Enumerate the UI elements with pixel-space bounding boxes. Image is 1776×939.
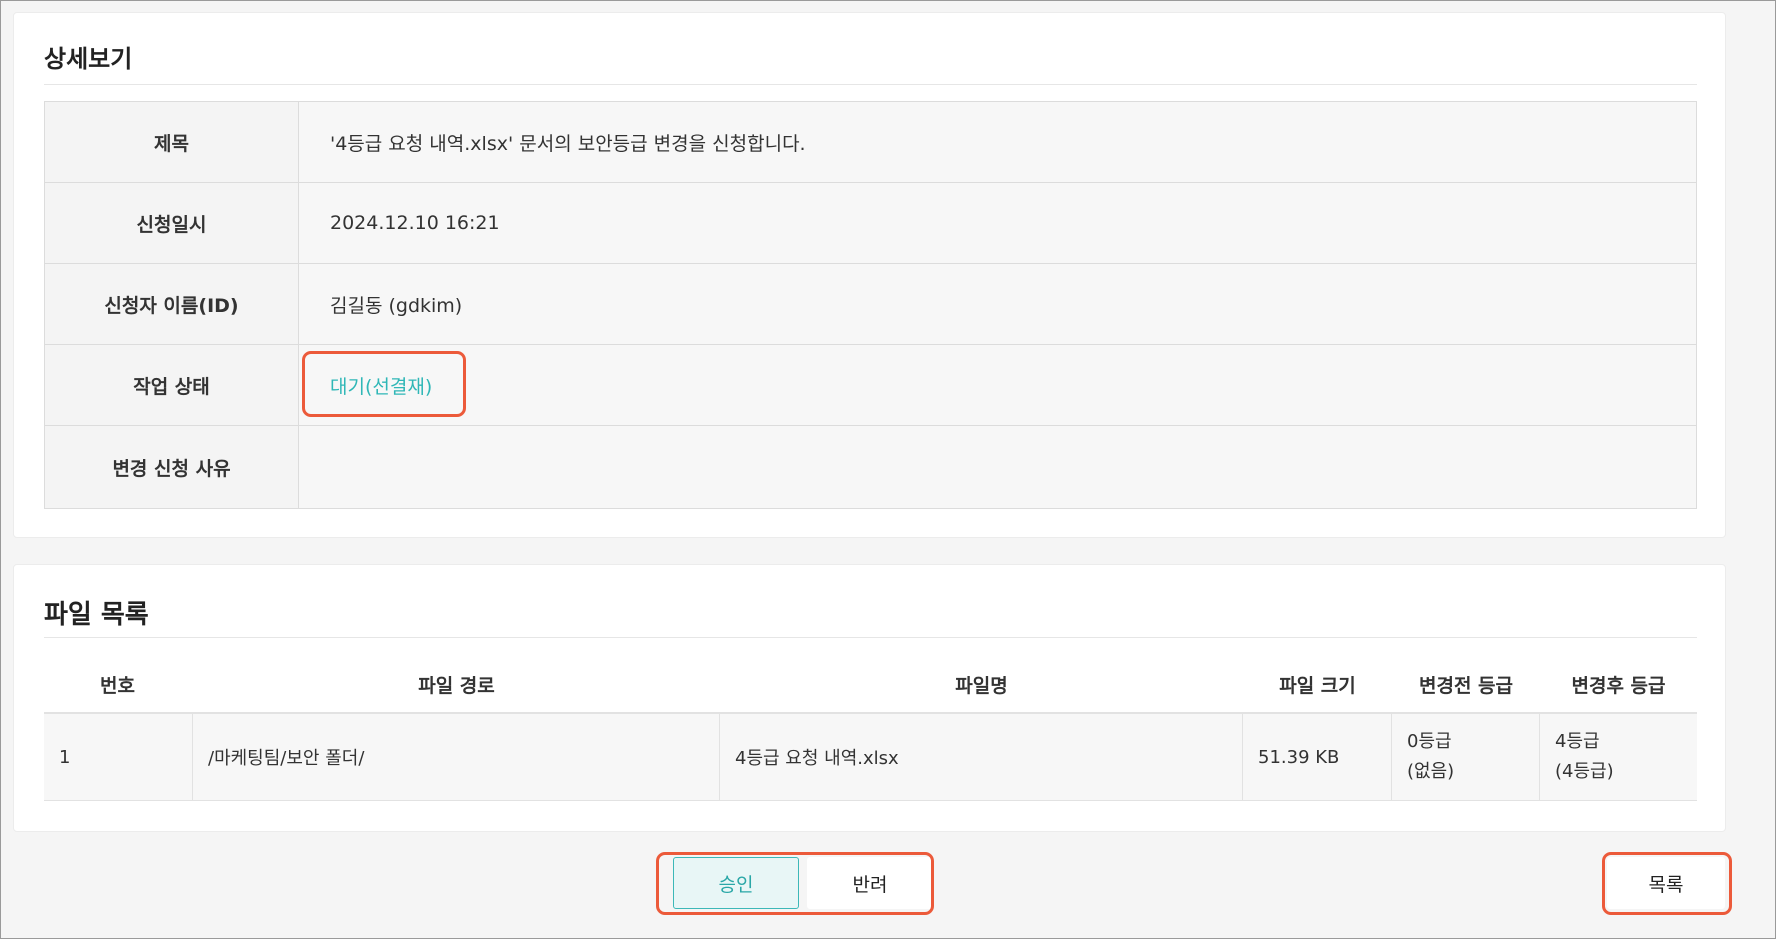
grade-after: 4등급 (4등급) [1540,714,1697,800]
detail-label: 작업 상태 [45,345,299,425]
detail-row-title: 제목 '4등급 요청 내역.xlsx' 문서의 보안등급 변경을 신청합니다. [45,102,1696,183]
detail-table: 제목 '4등급 요청 내역.xlsx' 문서의 보안등급 변경을 신청합니다. … [44,101,1697,509]
column-header: 파일 경로 [418,674,495,697]
file-table-header: 번호 파일 경로 파일명 파일 크기 변경전 등급 변경후 등급 [44,656,1697,714]
column-header: 변경전 등급 [1418,674,1513,697]
grade-before-value: 0등급 [1407,731,1452,752]
grade-before: 0등급 (없음) [1392,714,1540,800]
detail-label: 제목 [45,102,299,182]
file-list-title: 파일 목록 [44,600,149,630]
grade-after-note: (4등급) [1555,761,1614,782]
column-header: 파일 크기 [1279,674,1356,697]
detail-value: 2024.12.10 16:21 [299,183,1696,263]
detail-divider [44,84,1697,85]
detail-label: 신청일시 [45,183,299,263]
detail-row-applicant: 신청자 이름(ID) 김길동 (gdkim) [45,264,1696,345]
grade-after-value: 4등급 [1555,731,1600,752]
file-size: 51.39 KB [1243,714,1392,800]
detail-value: 김길동 (gdkim) [299,264,1696,344]
detail-value: '4등급 요청 내역.xlsx' 문서의 보안등급 변경을 신청합니다. [299,102,1696,182]
action-buttons-highlight [656,852,934,915]
file-list-divider [44,637,1697,638]
detail-row-reason: 변경 신청 사유 [45,426,1696,508]
file-path: /마케팅팀/보안 폴더/ [193,714,720,800]
file-name: 4등급 요청 내역.xlsx [720,714,1243,800]
detail-value [299,426,1696,508]
detail-label: 신청자 이름(ID) [45,264,299,344]
column-header: 번호 [100,674,135,697]
grade-before-note: (없음) [1407,761,1455,782]
table-row: 1 /마케팅팀/보안 폴더/ 4등급 요청 내역.xlsx 51.39 KB 0… [44,714,1697,801]
detail-title: 상세보기 [44,45,133,73]
file-number: 1 [44,714,193,800]
detail-row-date: 신청일시 2024.12.10 16:21 [45,183,1696,264]
page-frame: 상세보기 제목 '4등급 요청 내역.xlsx' 문서의 보안등급 변경을 신청… [0,0,1776,939]
status-value: 대기(선결재) [299,345,1696,425]
status-highlight [302,351,466,417]
detail-row-status: 작업 상태 대기(선결재) [45,345,1696,426]
detail-label: 변경 신청 사유 [45,426,299,508]
column-header: 변경후 등급 [1571,674,1666,697]
file-table: 번호 파일 경로 파일명 파일 크기 변경전 등급 변경후 등급 1 /마케팅팀… [44,656,1697,801]
column-header: 파일명 [955,674,1008,697]
list-button-highlight [1602,852,1732,915]
